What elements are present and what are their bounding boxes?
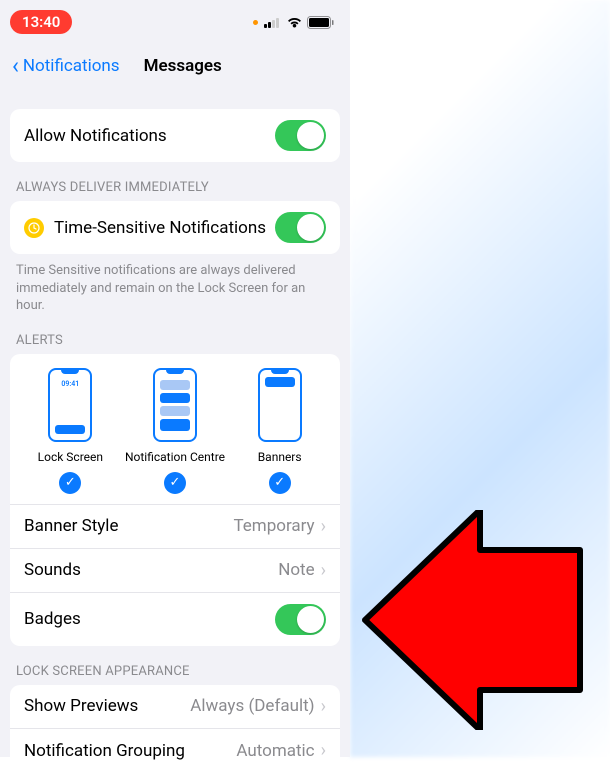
banners-option[interactable]: Banners ✓ xyxy=(230,368,330,494)
cellular-signal-icon xyxy=(264,16,282,28)
notification-centre-label: Notification Centre xyxy=(125,450,225,464)
banner-style-label: Banner Style xyxy=(24,516,118,536)
wifi-icon xyxy=(286,16,303,28)
chevron-right-icon: › xyxy=(321,516,326,537)
lock-appearance-header: LOCK SCREEN APPEARANCE xyxy=(0,664,350,685)
deliver-footer: Time Sensitive notifications are always … xyxy=(0,254,350,315)
notification-centre-icon xyxy=(153,368,197,442)
badges-label: Badges xyxy=(24,609,81,629)
show-previews-value: Always (Default) xyxy=(190,696,314,716)
lock-screen-option[interactable]: 09:41 Lock Screen ✓ xyxy=(20,368,120,494)
carrier-dot-icon xyxy=(253,20,258,25)
banners-icon xyxy=(258,368,302,442)
lock-appearance-group: LOCK SCREEN APPEARANCE Show Previews Alw… xyxy=(0,664,350,773)
allow-toggle[interactable] xyxy=(275,120,326,151)
lock-screen-check-icon: ✓ xyxy=(59,472,81,494)
back-button[interactable]: Notifications xyxy=(23,56,120,76)
alerts-header: ALERTS xyxy=(0,333,350,354)
sounds-value: Note xyxy=(278,560,314,580)
notification-centre-check-icon: ✓ xyxy=(164,472,186,494)
page-title: Messages xyxy=(144,56,222,76)
alert-styles-row: 09:41 Lock Screen ✓ Notification Centre … xyxy=(10,354,340,505)
notification-grouping-value: Automatic xyxy=(236,741,314,761)
recording-time-pill[interactable]: 13:40 xyxy=(10,10,72,34)
chevron-right-icon: › xyxy=(321,740,326,761)
status-icons xyxy=(253,16,334,29)
alerts-group: ALERTS 09:41 Lock Screen ✓ xyxy=(0,333,350,646)
deliver-header: ALWAYS DELIVER IMMEDIATELY xyxy=(0,180,350,201)
status-bar: 13:40 xyxy=(0,0,350,44)
show-previews-row[interactable]: Show Previews Always (Default) › xyxy=(10,685,340,729)
settings-screen: 13:40 ‹ Notifications Messages Allow Not… xyxy=(0,0,350,757)
banner-style-value: Temporary xyxy=(233,516,314,536)
background-blur xyxy=(350,0,610,757)
show-previews-label: Show Previews xyxy=(24,696,138,716)
sounds-row[interactable]: Sounds Note › xyxy=(10,549,340,593)
notification-centre-option[interactable]: Notification Centre ✓ xyxy=(125,368,225,494)
notification-grouping-label: Notification Grouping xyxy=(24,741,185,761)
banner-style-row[interactable]: Banner Style Temporary › xyxy=(10,505,340,549)
time-sensitive-icon xyxy=(24,218,44,238)
badges-row: Badges xyxy=(10,593,340,646)
allow-notifications-row: Allow Notifications xyxy=(10,109,340,162)
lock-screen-icon: 09:41 xyxy=(48,368,92,442)
chevron-right-icon: › xyxy=(321,560,326,581)
sounds-label: Sounds xyxy=(24,560,81,580)
battery-icon xyxy=(307,16,334,29)
badges-toggle[interactable] xyxy=(275,604,326,635)
time-sensitive-toggle[interactable] xyxy=(275,212,326,243)
lock-screen-label: Lock Screen xyxy=(38,450,103,464)
allow-label: Allow Notifications xyxy=(24,126,167,146)
notification-grouping-row[interactable]: Notification Grouping Automatic › xyxy=(10,729,340,773)
deliver-group: ALWAYS DELIVER IMMEDIATELY Time-Sensitiv… xyxy=(0,180,350,315)
back-chevron-icon[interactable]: ‹ xyxy=(12,54,19,77)
time-sensitive-label: Time-Sensitive Notifications xyxy=(54,218,266,238)
time-sensitive-row: Time-Sensitive Notifications xyxy=(10,201,340,254)
banners-check-icon: ✓ xyxy=(269,472,291,494)
nav-bar: ‹ Notifications Messages xyxy=(0,44,350,89)
chevron-right-icon: › xyxy=(321,696,326,717)
banners-label: Banners xyxy=(258,450,302,464)
allow-group: Allow Notifications xyxy=(0,109,350,162)
